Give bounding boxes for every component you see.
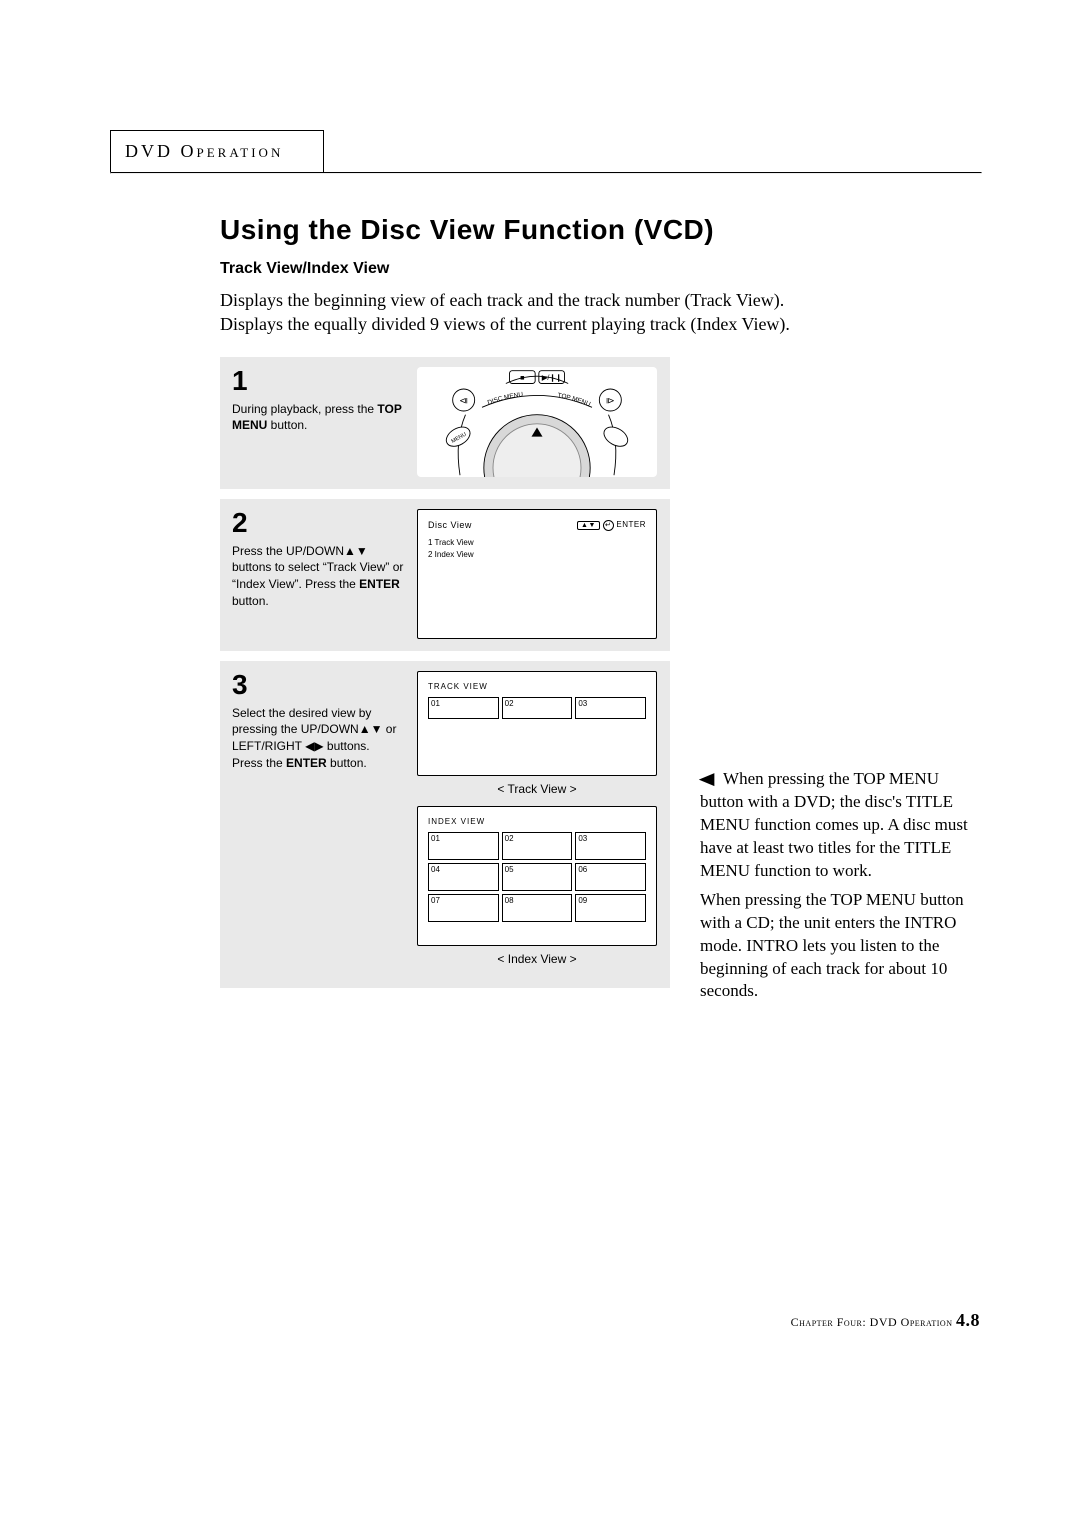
index-view-caption: < Index View > (417, 952, 657, 966)
step-3-bold: ENTER (286, 756, 327, 770)
step-1-body-a: During playback, press the (232, 402, 377, 416)
track-thumb: 02 (502, 697, 573, 719)
section-rule (110, 172, 982, 174)
track-thumb: 03 (575, 697, 646, 719)
step-3-c: buttons. (324, 739, 370, 753)
page-subtitle: Track View/Index View (220, 260, 980, 278)
index-thumb: 09 (575, 894, 646, 922)
step-3-illustration: TRACK VIEW 01 02 03 < Track View > INDEX… (417, 671, 657, 976)
index-thumb: 03 (575, 832, 646, 860)
track-view-osd: TRACK VIEW 01 02 03 (417, 671, 657, 776)
index-view-title: INDEX VIEW (428, 817, 646, 826)
osd-header: Disc View ▲▼ ↵ ENTER (428, 520, 646, 531)
step-1-panel: 1 During playback, press the TOP MENU bu… (220, 357, 670, 489)
next-icon: ⧐ (606, 395, 615, 405)
svg-text:TOP MENU: TOP MENU (557, 392, 592, 408)
index-thumb: 07 (428, 894, 499, 922)
step-3-panel: 3 Select the desired view by pressing th… (220, 661, 670, 988)
step-3-a: Select the desired view by pressing the … (232, 706, 371, 737)
step-2-c: button. (232, 594, 269, 608)
page-title: Using the Disc View Function (VCD) (220, 214, 980, 246)
svg-text:DISC MENU: DISC MENU (487, 391, 524, 406)
side-note-p1: When pressing the TOP MENU button with a… (700, 769, 968, 880)
step-1-body-b: button. (267, 418, 307, 432)
step-2-text: 2 Press the UP/DOWN▲▼ buttons to select … (232, 509, 417, 610)
track-view-title: TRACK VIEW (428, 682, 646, 691)
step-1-number: 1 (232, 367, 407, 395)
footer-chapter: Chapter Four: DVD Operation (791, 1315, 956, 1329)
intro-line-2: Displays the equally divided 9 views of … (220, 312, 980, 336)
index-thumb: 08 (502, 894, 573, 922)
osd-title: Disc View (428, 520, 472, 531)
osd-item-2: 2 Index View (428, 549, 646, 562)
index-thumb: 04 (428, 863, 499, 891)
leftright-arrows-icon: ◀▶ (305, 739, 323, 753)
step-1-illustration: ■ ▶/❙❙ ⧏ ⧐ DISC MENU (417, 367, 657, 477)
step-3-number: 3 (232, 671, 407, 699)
index-thumb: 02 (502, 832, 573, 860)
track-view-grid: 01 02 03 (428, 697, 646, 719)
osd-enter-icon: ↵ (603, 520, 614, 531)
index-thumb: 06 (575, 863, 646, 891)
track-thumb: 01 (428, 697, 499, 719)
step-3-d: Press the (232, 756, 286, 770)
page-footer: Chapter Four: DVD Operation 4.8 (110, 1310, 980, 1331)
disc-menu-label: DISC MENU (487, 391, 524, 406)
step-2-illustration: Disc View ▲▼ ↵ ENTER 1 Track View 2 Inde… (417, 509, 657, 639)
step-2-a: Press the UP/DOWN (232, 544, 344, 558)
step-2-bold: ENTER (359, 577, 400, 591)
remote-diagram: ■ ▶/❙❙ ⧏ ⧐ DISC MENU (417, 367, 657, 477)
side-note-p2: When pressing the TOP MENU button with a… (700, 889, 970, 1004)
page: DVD Operation Using the Disc View Functi… (110, 130, 980, 998)
disc-view-osd: Disc View ▲▼ ↵ ENTER 1 Track View 2 Inde… (417, 509, 657, 639)
osd-controls: ▲▼ ↵ ENTER (577, 520, 646, 531)
footer-page-number: 4.8 (956, 1310, 980, 1330)
step-1-text: 1 During playback, press the TOP MENU bu… (232, 367, 417, 435)
left-arrow-icon: ◀ (699, 768, 715, 791)
step-3-e: button. (327, 756, 367, 770)
step-3-text: 3 Select the desired view by pressing th… (232, 671, 417, 976)
intro-line-1: Displays the beginning view of each trac… (220, 288, 980, 312)
index-view-osd: INDEX VIEW 01 02 03 04 05 06 07 08 09 (417, 806, 657, 946)
remote-svg: ■ ▶/❙❙ ⧏ ⧐ DISC MENU (417, 367, 657, 477)
prev-icon: ⧏ (459, 395, 468, 405)
side-note: ◀ When pressing the TOP MENU button with… (700, 768, 970, 1003)
osd-list: 1 Track View 2 Index View (428, 537, 646, 563)
step-2-number: 2 (232, 509, 407, 537)
index-view-grid: 01 02 03 04 05 06 07 08 09 (428, 832, 646, 922)
osd-item-1: 1 Track View (428, 537, 646, 550)
osd-arrows-icon: ▲▼ (577, 521, 600, 530)
track-view-caption: < Track View > (417, 782, 657, 796)
updown-arrows-icon-2: ▲▼ (359, 722, 383, 736)
section-tab: DVD Operation (110, 130, 324, 172)
osd-enter-label: ENTER (616, 520, 646, 529)
updown-arrows-icon: ▲▼ (344, 544, 368, 558)
intro-text: Displays the beginning view of each trac… (220, 288, 980, 337)
index-thumb: 05 (502, 863, 573, 891)
step-2-panel: 2 Press the UP/DOWN▲▼ buttons to select … (220, 499, 670, 651)
top-menu-label: TOP MENU (557, 392, 592, 408)
index-thumb: 01 (428, 832, 499, 860)
